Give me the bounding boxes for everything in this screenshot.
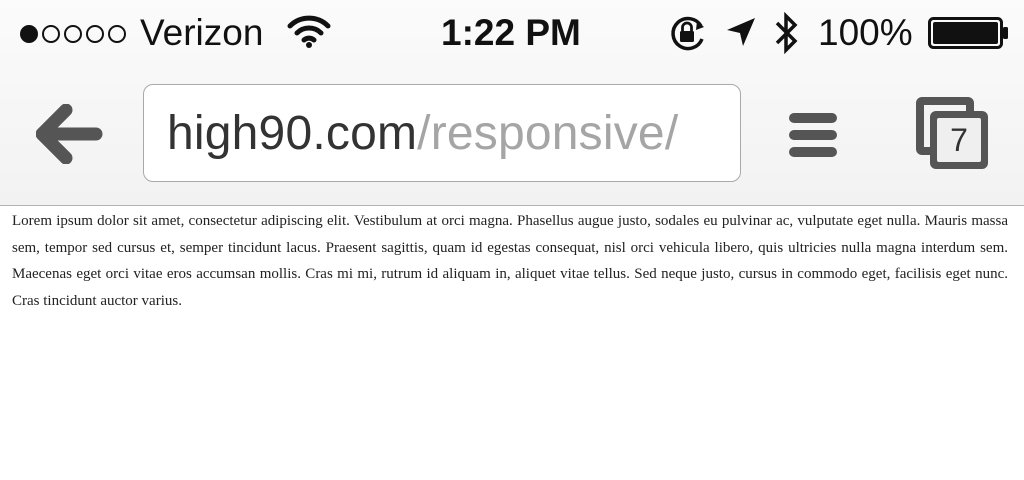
url-domain: high90.com xyxy=(167,106,418,160)
battery-icon xyxy=(928,17,1010,56)
menu-button[interactable] xyxy=(787,111,839,159)
signal-dot xyxy=(108,25,126,43)
tab-count: 7 xyxy=(937,118,981,162)
signal-dot xyxy=(86,25,104,43)
carrier-name: Verizon xyxy=(140,12,264,53)
browser-chrome: Verizon 1:22 PM 100% high90.com /respons… xyxy=(0,0,1024,206)
battery-percentage: 100% xyxy=(818,12,913,53)
status-bar: Verizon 1:22 PM 100% xyxy=(0,0,1024,68)
wifi-icon xyxy=(287,14,331,53)
signal-strength-icon xyxy=(20,25,126,43)
signal-dot xyxy=(20,25,38,43)
back-button[interactable] xyxy=(35,103,104,165)
url-path: /responsive/ xyxy=(417,106,679,160)
back-arrow-icon xyxy=(35,103,104,168)
page-body-text: Lorem ipsum dolor sit amet, consectetur … xyxy=(12,213,1008,309)
tab-count-badge: 7 xyxy=(930,111,988,169)
signal-dot xyxy=(64,25,82,43)
tabs-button[interactable]: 7 xyxy=(916,97,990,171)
bluetooth-icon xyxy=(773,11,801,59)
address-bar[interactable]: high90.com/responsive/ xyxy=(143,84,741,182)
rotation-lock-icon xyxy=(668,14,708,57)
location-arrow-icon xyxy=(725,16,757,53)
signal-dot xyxy=(42,25,60,43)
status-time: 1:22 PM xyxy=(441,12,581,53)
